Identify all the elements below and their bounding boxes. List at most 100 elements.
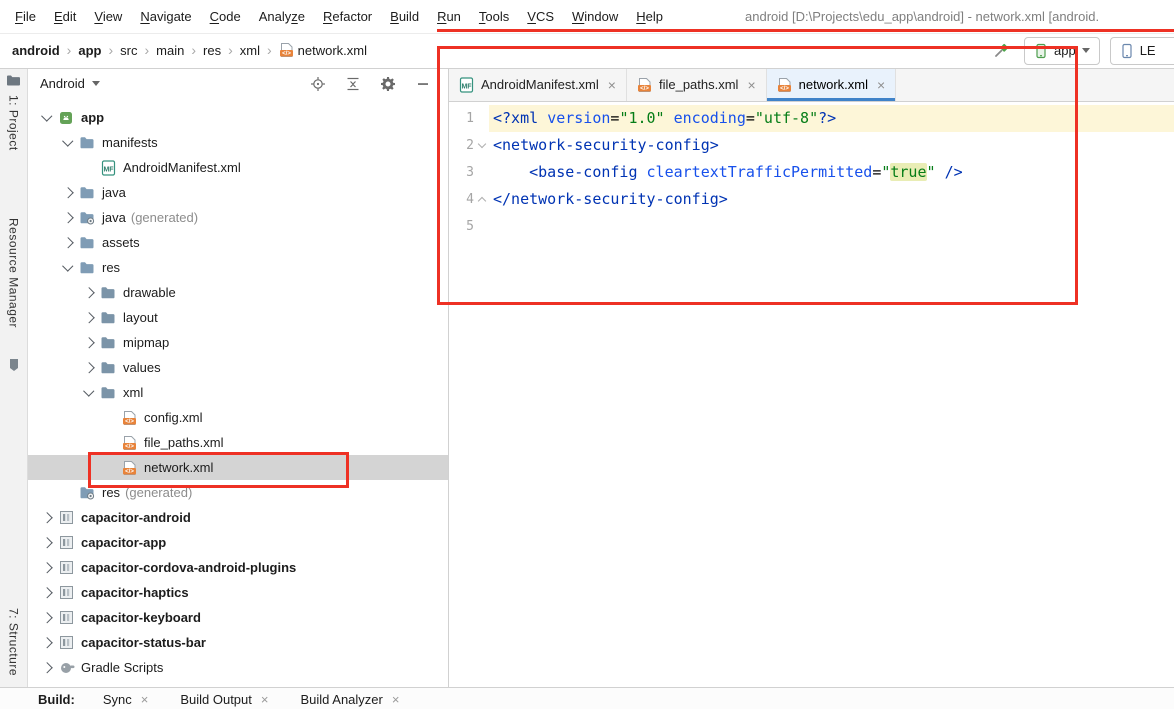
chevron-collapsed-icon[interactable] <box>36 512 57 523</box>
menu-item-edit[interactable]: Edit <box>45 7 85 26</box>
chevron-collapsed-icon[interactable] <box>78 312 99 323</box>
close-icon[interactable]: × <box>392 688 400 709</box>
tree-item-xml[interactable]: xml <box>28 380 448 405</box>
tree-item-values[interactable]: values <box>28 355 448 380</box>
menu-item-analyze[interactable]: Analyze <box>250 7 314 26</box>
menu-item-tools[interactable]: Tools <box>470 7 518 26</box>
menu-item-refactor[interactable]: Refactor <box>314 7 381 26</box>
fold-marker-icon[interactable] <box>474 195 489 206</box>
chevron-collapsed-icon[interactable] <box>78 362 99 373</box>
editor-tab-file-paths-xml[interactable]: </> file_paths.xml × <box>627 68 767 101</box>
fold-marker-icon[interactable] <box>474 139 489 149</box>
menu-item-navigate[interactable]: Navigate <box>131 7 200 26</box>
menu-item-build[interactable]: Build <box>381 7 428 26</box>
editor-tab-androidmanifest-xml[interactable]: MF AndroidManifest.xml × <box>449 68 627 101</box>
close-icon[interactable]: × <box>608 77 616 93</box>
project-stripe-icon[interactable] <box>0 74 27 87</box>
tree-item-capacitor-keyboard[interactable]: capacitor-keyboard <box>28 605 448 630</box>
tree-item-capacitor-app[interactable]: capacitor-app <box>28 530 448 555</box>
tree-item-app[interactable]: app <box>28 105 448 130</box>
editor-gutter: 4 <box>449 186 489 213</box>
menu-item-run[interactable]: Run <box>428 7 470 26</box>
bottom-tab-build-analyzer[interactable]: Build Analyzer × <box>300 688 399 709</box>
tree-item-layout[interactable]: layout <box>28 305 448 330</box>
tree-item-config-xml[interactable]: </> config.xml <box>28 405 448 430</box>
bottom-tab-sync[interactable]: Sync × <box>103 688 149 709</box>
breadcrumb-item-xml[interactable]: xml <box>238 43 262 58</box>
tree-item-capacitor-status-bar[interactable]: capacitor-status-bar <box>28 630 448 655</box>
tree-item-java[interactable]: java <box>28 180 448 205</box>
tool-window-button-resource-manager[interactable]: Resource Manager <box>0 218 27 328</box>
project-view-selector[interactable]: Android <box>40 76 100 91</box>
stripe-pin-icon[interactable] <box>0 358 27 372</box>
tree-item-java-generated[interactable]: java (generated) <box>28 205 448 230</box>
chevron-collapsed-icon[interactable] <box>78 337 99 348</box>
code-line[interactable]: 1 <?xml version="1.0" encoding="utf-8"?> <box>449 105 1174 132</box>
svg-text:MF: MF <box>461 83 472 90</box>
collapse-all-button[interactable] <box>344 75 362 93</box>
chevron-collapsed-icon[interactable] <box>36 637 57 648</box>
chevron-expanded-icon[interactable] <box>57 135 78 147</box>
run-configuration-dropdown[interactable]: app <box>1024 36 1100 65</box>
tree-item-assets[interactable]: assets <box>28 230 448 255</box>
menu-item-vcs[interactable]: VCS <box>518 7 563 26</box>
tree-item-network-xml[interactable]: </> network.xml <box>28 455 448 480</box>
chevron-collapsed-icon[interactable] <box>36 587 57 598</box>
menu-item-window[interactable]: Window <box>563 7 627 26</box>
select-opened-file-button[interactable] <box>309 75 327 93</box>
tree-item-mipmap[interactable]: mipmap <box>28 330 448 355</box>
tree-item-androidmanifest-xml[interactable]: MF AndroidManifest.xml <box>28 155 448 180</box>
tree-item-drawable[interactable]: drawable <box>28 280 448 305</box>
xml-file: </> <box>120 460 138 476</box>
close-icon[interactable]: × <box>747 77 755 93</box>
chevron-expanded-icon[interactable] <box>36 110 57 122</box>
chevron-expanded-icon[interactable] <box>57 260 78 272</box>
close-icon[interactable]: × <box>261 688 269 709</box>
settings-button[interactable] <box>379 75 397 93</box>
chevron-collapsed-icon[interactable] <box>78 287 99 298</box>
xml-file: </> <box>120 410 138 426</box>
close-icon[interactable]: × <box>877 77 885 93</box>
tree-item-res-generated[interactable]: res (generated) <box>28 480 448 505</box>
menu-item-help[interactable]: Help <box>627 7 672 26</box>
breadcrumb-item-android[interactable]: android <box>10 43 62 58</box>
hide-panel-button[interactable] <box>414 75 432 93</box>
tree-item-gradle-scripts[interactable]: Gradle Scripts <box>28 655 448 680</box>
code-line[interactable]: 5 <box>449 213 1174 240</box>
tree-item-res[interactable]: res <box>28 255 448 280</box>
main-area: 1: Project Resource Manager 7: Structure A… <box>0 68 1174 688</box>
tool-window-button-project[interactable]: 1: Project <box>0 95 27 151</box>
menu-item-view[interactable]: View <box>85 7 131 26</box>
code-line[interactable]: 2 <network-security-config> <box>449 132 1174 159</box>
code-line[interactable]: 4 </network-security-config> <box>449 186 1174 213</box>
chevron-collapsed-icon[interactable] <box>36 662 57 673</box>
breadcrumb-separator: › <box>266 42 272 58</box>
breadcrumb-item-src[interactable]: src <box>118 43 139 58</box>
tree-item-capacitor-android[interactable]: capacitor-android <box>28 505 448 530</box>
editor-tab-network-xml[interactable]: </> network.xml × <box>766 68 897 101</box>
chevron-collapsed-icon[interactable] <box>36 562 57 573</box>
breadcrumb-item-network-xml[interactable]: </> network.xml <box>277 42 369 58</box>
device-selector-button[interactable]: LE <box>1109 36 1174 65</box>
bottom-tab-build-output[interactable]: Build Output × <box>180 688 268 709</box>
chevron-collapsed-icon[interactable] <box>57 212 78 223</box>
chevron-collapsed-icon[interactable] <box>36 612 57 623</box>
code-line[interactable]: 3 <base-config cleartextTrafficPermitted… <box>449 159 1174 186</box>
breadcrumb-item-main[interactable]: main <box>154 43 186 58</box>
chevron-collapsed-icon[interactable] <box>57 187 78 198</box>
tree-item-manifests[interactable]: manifests <box>28 130 448 155</box>
tree-item-file-paths-xml[interactable]: </> file_paths.xml <box>28 430 448 455</box>
tree-item-capacitor-cordova-android-plugins[interactable]: capacitor-cordova-android-plugins <box>28 555 448 580</box>
chevron-collapsed-icon[interactable] <box>36 537 57 548</box>
chevron-collapsed-icon[interactable] <box>57 237 78 248</box>
menu-item-code[interactable]: Code <box>201 7 250 26</box>
close-icon[interactable]: × <box>141 688 149 709</box>
chevron-expanded-icon[interactable] <box>78 385 99 397</box>
breadcrumb-item-res[interactable]: res <box>201 43 223 58</box>
build-hammer-button[interactable] <box>988 38 1014 64</box>
tool-window-button-structure[interactable]: 7: Structure <box>0 608 27 676</box>
code-editor[interactable]: 1 <?xml version="1.0" encoding="utf-8"?> 2… <box>449 102 1174 688</box>
menu-item-file[interactable]: File <box>6 7 45 26</box>
tree-item-capacitor-haptics[interactable]: capacitor-haptics <box>28 580 448 605</box>
breadcrumb-item-app[interactable]: app <box>76 43 103 58</box>
